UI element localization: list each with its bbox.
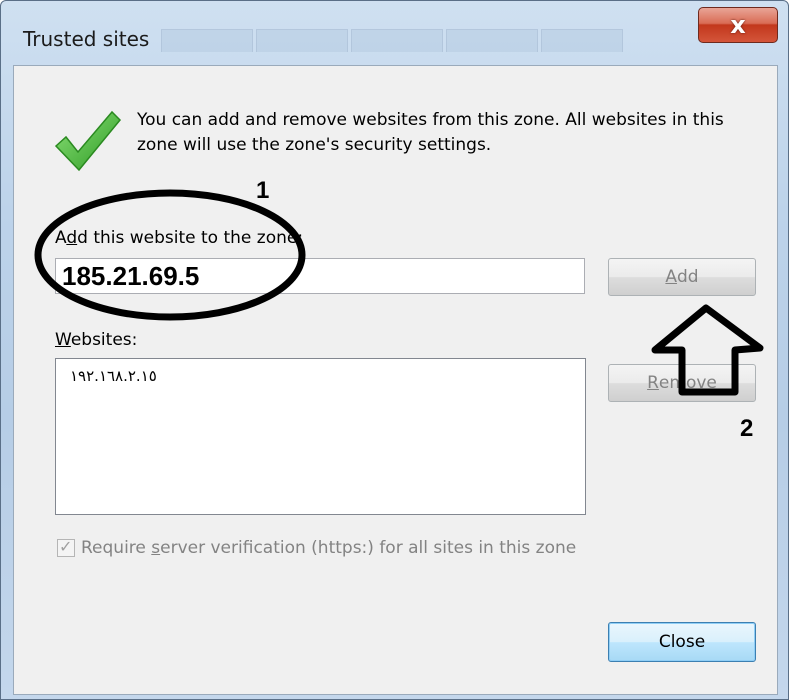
window-close-button[interactable]: x	[698, 7, 778, 43]
remove-button[interactable]: Remove	[608, 364, 756, 402]
add-button[interactable]: Add	[608, 258, 756, 296]
trusted-sites-dialog: Trusted sites x You can add and remove w…	[0, 0, 789, 700]
add-website-label: Add this website to the zone:	[55, 228, 304, 248]
background-tabs	[161, 29, 623, 55]
require-verification-checkbox[interactable]: ✓	[57, 537, 75, 557]
websites-label: Websites:	[55, 330, 138, 350]
close-icon: x	[730, 11, 746, 39]
zone-description: You can add and remove websites from thi…	[137, 110, 724, 155]
website-address-input[interactable]: 185.21.69.5	[55, 258, 585, 294]
green-checkmark-icon	[54, 110, 122, 172]
dialog-body: You can add and remove websites from thi…	[13, 65, 778, 695]
window-title: Trusted sites	[23, 27, 150, 51]
title-bar: Trusted sites x	[1, 1, 789, 61]
checkmark-icon: ✓	[59, 537, 73, 556]
require-verification-label: Require server verification (https:) for…	[81, 538, 577, 558]
list-item[interactable]: ١٩٢.١٦٨.٢.١٥	[70, 367, 571, 385]
close-button[interactable]: Close	[608, 622, 756, 662]
require-verification-row[interactable]: ✓ Require server verification (https:) f…	[57, 537, 577, 558]
websites-list[interactable]: ١٩٢.١٦٨.٢.١٥	[55, 358, 586, 515]
